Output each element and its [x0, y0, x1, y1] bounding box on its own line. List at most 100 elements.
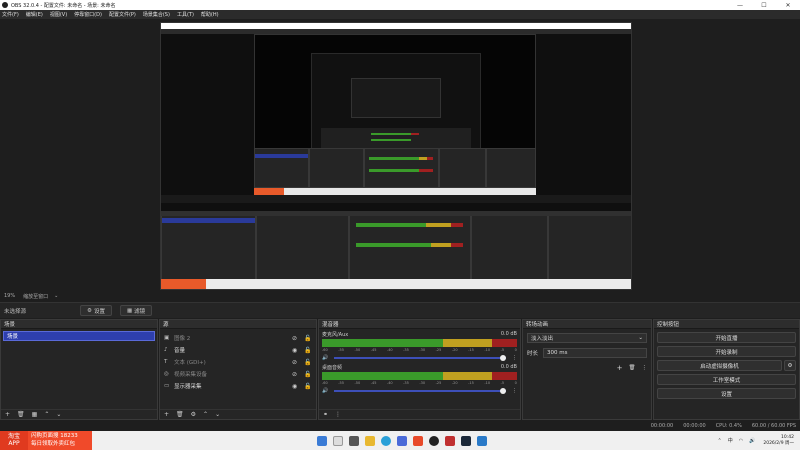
store-icon[interactable]	[396, 435, 407, 446]
chevron-down-icon[interactable]: ⌄	[54, 293, 58, 299]
speaker-icon[interactable]: 🔊	[749, 438, 755, 444]
input-language[interactable]: 中	[728, 437, 733, 444]
zoom-mode[interactable]: 缩放至窗口	[23, 293, 48, 300]
zoom-level[interactable]: 19%	[4, 293, 15, 299]
obs-logo-icon	[2, 2, 8, 8]
start-recording-button[interactable]: 开始录制	[657, 346, 796, 357]
link-icon[interactable]: ⚭	[323, 411, 328, 418]
app-icon[interactable]	[444, 435, 455, 446]
task-view-icon[interactable]	[348, 435, 359, 446]
menu-tools[interactable]: 工具(T)	[177, 11, 194, 18]
steam-icon[interactable]	[460, 435, 471, 446]
source-name: 图像 2	[174, 336, 191, 342]
scenes-dock-title: 场景	[1, 320, 157, 329]
clock[interactable]: 10:42 2026/2/9 周一	[763, 435, 794, 446]
edge-icon[interactable]	[380, 435, 391, 446]
virtual-camera-button[interactable]: 启动虚拟摄像机	[657, 360, 782, 371]
taobao-ad-logo[interactable]: 淘宝 APP	[0, 431, 28, 450]
menu-docks[interactable]: 停靠窗口(D)	[74, 11, 102, 18]
windows-start-icon[interactable]	[316, 435, 327, 446]
menu-edit[interactable]: 编辑(E)	[26, 11, 43, 18]
speaker-icon[interactable]: 🔊	[322, 355, 328, 361]
unlock-icon[interactable]: 🔓	[304, 347, 316, 354]
unlock-icon[interactable]: 🔓	[304, 383, 316, 390]
eye-hidden-icon[interactable]: ⊘	[292, 359, 304, 366]
channel-db: 0.0 dB	[500, 364, 517, 370]
source-item[interactable]: ◎ 视频采集设备 ⊘ 🔓	[160, 368, 316, 380]
wifi-icon[interactable]: ◠	[739, 438, 743, 444]
mixer-dock: 混音器 麦克风/Aux 0.0 dB -60 -55 -50 -45 -40 -35 -30…	[318, 319, 521, 420]
start-streaming-button[interactable]: 开始直播	[657, 332, 796, 343]
app-icon[interactable]	[412, 435, 423, 446]
eye-hidden-icon[interactable]: ⊘	[292, 371, 304, 378]
more-icon[interactable]: ⋮	[335, 411, 341, 418]
source-name: 视频采集设备	[174, 372, 208, 378]
source-item[interactable]: ▭ 显示器采集 ◉ 🔓	[160, 380, 316, 392]
stream-time: 00:00:00	[650, 423, 674, 429]
sources-toolbar: + 🗑 ⚙ ⌃ ⌄	[160, 409, 316, 419]
transition-type-select[interactable]: 淡入淡出 ⌄	[527, 333, 647, 343]
add-icon[interactable]: +	[164, 411, 169, 418]
settings-button[interactable]: 设置	[657, 388, 796, 399]
unlock-icon[interactable]: 🔓	[304, 335, 316, 342]
menu-bar: 文件(F) 编辑(E) 视图(V) 停靠窗口(D) 配置文件(P) 场景集合(S…	[0, 10, 800, 19]
preview-canvas[interactable]	[160, 22, 632, 290]
duration-input[interactable]: 300 ms	[543, 348, 647, 358]
speaker-icon[interactable]: 🔊	[322, 388, 328, 394]
menu-scene-collection[interactable]: 场景集合(S)	[143, 11, 170, 18]
volume-slider[interactable]	[334, 355, 506, 361]
search-icon[interactable]	[332, 435, 343, 446]
filter-icon: ▦	[126, 307, 133, 314]
no-source-label: 未选择源	[4, 308, 27, 315]
source-item[interactable]: T 文本 (GDI+) ⊘ 🔓	[160, 356, 316, 368]
maximize-button[interactable]: ☐	[752, 2, 776, 9]
menu-profile[interactable]: 配置文件(P)	[109, 11, 136, 18]
unlock-icon[interactable]: 🔓	[304, 359, 316, 366]
window-title: OBS 32.0.4 - 配置文件: 未命名 - 场景: 未命名	[11, 2, 116, 9]
volume-slider[interactable]	[334, 388, 506, 394]
eye-icon[interactable]: ◉	[292, 383, 304, 390]
trash-icon[interactable]: 🗑	[176, 411, 184, 418]
taskbar-icons	[92, 435, 712, 446]
menu-help[interactable]: 帮助(H)	[201, 11, 219, 18]
trash-icon[interactable]: 🗑	[629, 365, 636, 371]
gear-icon[interactable]: ⚙	[784, 360, 796, 371]
source-item[interactable]: ♪ 音量 ◉ 🔓	[160, 344, 316, 356]
gear-icon[interactable]: ⚙	[191, 411, 196, 418]
mixer-dock-title: 混音器	[319, 320, 520, 329]
menu-view[interactable]: 视图(V)	[50, 11, 67, 18]
chevron-down-icon[interactable]: ⌄	[56, 411, 61, 418]
taobao-ad-banner[interactable]: 闪购页面搜 18233 每日领取外卖红包	[28, 431, 92, 450]
scene-list-item[interactable]: 场景	[3, 331, 155, 341]
source-item[interactable]: ▣ 图像 2 ⊘ 🔓	[160, 332, 316, 344]
unlock-icon[interactable]: 🔓	[304, 371, 316, 378]
chevron-up-icon[interactable]: ⌃	[44, 411, 49, 418]
app-icon[interactable]	[476, 435, 487, 446]
filter-icon[interactable]: ▦	[32, 411, 38, 418]
filters-button[interactable]: ▦ 滤镜	[119, 305, 153, 316]
eye-icon[interactable]: ◉	[292, 347, 304, 354]
more-icon[interactable]: ⋮	[642, 365, 648, 371]
volume-meter	[322, 339, 517, 347]
minimize-button[interactable]: —	[728, 2, 752, 9]
chevron-up-icon[interactable]: ⌃	[718, 438, 722, 444]
close-button[interactable]: ✕	[776, 2, 800, 9]
more-icon[interactable]: ⋮	[512, 388, 517, 394]
volume-meter	[322, 372, 517, 380]
chevron-down-icon[interactable]: ⌄	[215, 411, 220, 418]
obs-icon[interactable]	[428, 435, 439, 446]
folder-icon[interactable]	[364, 435, 375, 446]
trash-icon[interactable]: 🗑	[17, 411, 25, 418]
controls-dock-title: 控制按钮	[654, 320, 799, 329]
source-name: 文本 (GDI+)	[174, 360, 206, 366]
properties-label: 设置	[93, 308, 105, 315]
more-icon[interactable]: ⋮	[512, 355, 517, 361]
add-icon[interactable]: +	[617, 364, 623, 372]
chevron-up-icon[interactable]: ⌃	[203, 411, 208, 418]
menu-file[interactable]: 文件(F)	[2, 11, 19, 18]
studio-mode-button[interactable]: 工作室模式	[657, 374, 796, 385]
eye-hidden-icon[interactable]: ⊘	[292, 335, 304, 342]
properties-button[interactable]: ⚙ 设置	[80, 305, 112, 316]
add-icon[interactable]: +	[5, 411, 10, 418]
context-bar: 未选择源 ⚙ 设置 ▦ 滤镜	[0, 302, 800, 318]
